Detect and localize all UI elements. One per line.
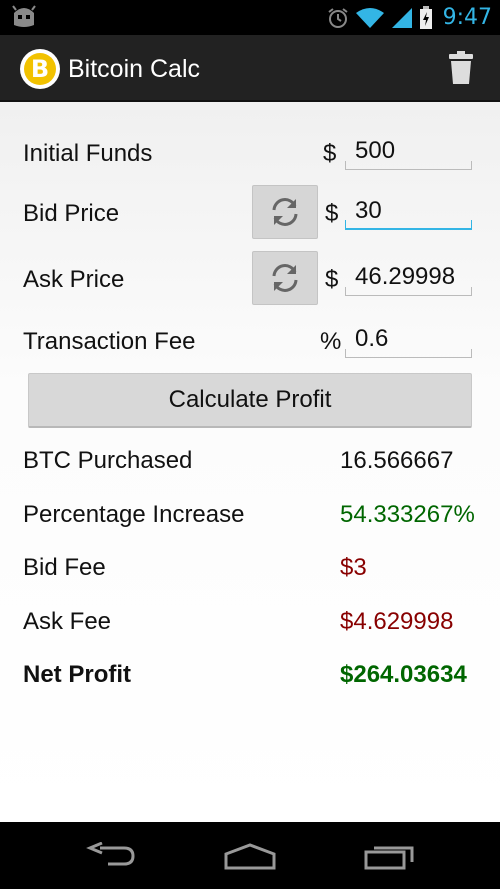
result-label: BTC Purchased <box>23 447 193 474</box>
initial-funds-row: Initial Funds $ 500 <box>0 126 500 182</box>
result-value: $3 <box>340 554 367 581</box>
ask-price-label: Ask Price <box>23 266 125 293</box>
action-bar: B Bitcoin Calc <box>0 35 500 102</box>
initial-funds-label: Initial Funds <box>23 140 153 167</box>
swap-icon <box>272 198 298 226</box>
result-value: 16.566667 <box>340 447 454 474</box>
result-btc-purchased: BTC Purchased 16.566667 <box>0 447 500 487</box>
signal-icon <box>391 7 412 28</box>
transaction-fee-input[interactable]: 0.6 <box>345 322 472 364</box>
initial-funds-unit: $ <box>323 140 337 167</box>
transaction-fee-row: Transaction Fee % 0.6 <box>0 314 500 370</box>
app-logo-letter: B <box>24 53 56 85</box>
alarm-icon <box>327 7 348 28</box>
result-net-profit: Net Profit $264.03634 <box>0 661 500 701</box>
home-icon[interactable] <box>224 842 276 870</box>
result-bid-fee: Bid Fee $3 <box>0 554 500 594</box>
initial-funds-input[interactable]: 500 <box>345 134 472 176</box>
result-value: 54.333267% <box>340 501 475 528</box>
ask-price-unit: $ <box>325 266 339 293</box>
swap-icon <box>272 264 298 292</box>
bid-price-input[interactable]: 30 <box>345 194 472 236</box>
status-time: 9:47 <box>442 5 492 30</box>
recents-icon[interactable] <box>364 842 416 870</box>
navigation-bar <box>0 822 500 889</box>
transaction-fee-unit: % <box>320 328 342 355</box>
transaction-fee-label: Transaction Fee <box>23 328 196 355</box>
app-title: Bitcoin Calc <box>68 55 200 83</box>
trash-icon[interactable] <box>448 51 474 85</box>
bid-price-label: Bid Price <box>23 200 120 227</box>
ask-price-refresh-button[interactable] <box>252 251 318 305</box>
wifi-icon <box>355 7 384 28</box>
status-bar: 9:47 <box>0 0 500 35</box>
result-value: $4.629998 <box>340 608 454 635</box>
result-label: Percentage Increase <box>23 501 245 528</box>
result-ask-fee: Ask Fee $4.629998 <box>0 608 500 648</box>
result-label: Ask Fee <box>23 608 112 635</box>
bid-price-row: Bid Price $ 30 <box>0 185 500 242</box>
battery-icon <box>419 5 432 29</box>
ask-price-input[interactable]: 46.29998 <box>345 260 472 302</box>
calculator-form: Initial Funds $ 500 Bid Price $ 30 Ask P… <box>0 102 500 822</box>
bid-price-unit: $ <box>325 200 339 227</box>
bid-price-refresh-button[interactable] <box>252 185 318 239</box>
result-label: Bid Fee <box>23 554 106 581</box>
calculate-profit-button[interactable]: Calculate Profit <box>28 373 472 428</box>
result-percentage-increase: Percentage Increase 54.333267% <box>0 501 500 541</box>
result-label: Net Profit <box>23 661 131 688</box>
app-logo[interactable]: B <box>20 49 60 89</box>
result-value: $264.03634 <box>340 661 467 688</box>
back-icon[interactable] <box>86 842 136 870</box>
ask-price-row: Ask Price $ 46.29998 <box>0 251 500 308</box>
android-icon <box>12 5 36 27</box>
